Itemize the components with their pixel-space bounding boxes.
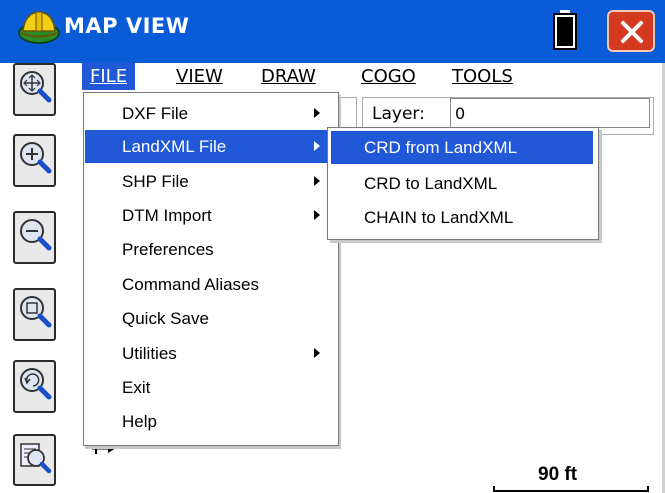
zoom-previous-icon — [20, 368, 52, 400]
submenu-item-crd-from-landxml[interactable]: CRD from LandXML — [331, 131, 593, 164]
zoom-extents-icon — [20, 71, 52, 103]
file-menu-item-dtm-import[interactable]: DTM Import — [85, 199, 335, 232]
menu-file[interactable]: FILE — [82, 63, 136, 90]
file-menu-dropdown: DXF File LandXML File SHP File DTM Impor… — [83, 92, 339, 446]
menu-cogo[interactable]: COGO — [356, 63, 421, 90]
file-menu-item-shp[interactable]: SHP File — [85, 165, 335, 198]
layer-input[interactable]: 0 — [450, 98, 650, 128]
menu-bar: FILE VIEW DRAW COGO TOOLS — [60, 63, 665, 91]
file-menu-item-command-aliases[interactable]: Command Aliases — [85, 268, 335, 301]
submenu-item-crd-to-landxml[interactable]: CRD to LandXML — [331, 167, 593, 200]
zoom-in-icon — [20, 142, 52, 174]
zoom-out-button[interactable] — [13, 211, 56, 264]
zoom-object-icon — [20, 443, 52, 474]
close-button[interactable] — [607, 10, 655, 52]
scale-bar — [493, 486, 649, 492]
menu-draw[interactable]: DRAW — [256, 63, 321, 90]
file-menu-item-utilities[interactable]: Utilities — [85, 337, 335, 370]
layer-label: Layer: — [372, 104, 425, 124]
file-menu-item-dxf[interactable]: DXF File — [85, 97, 335, 130]
menu-view[interactable]: VIEW — [171, 63, 228, 90]
submenu-arrow-icon — [314, 108, 320, 118]
submenu-item-chain-to-landxml[interactable]: CHAIN to LandXML — [331, 201, 593, 234]
file-menu-item-preferences[interactable]: Preferences — [85, 233, 335, 266]
submenu-arrow-icon — [314, 141, 320, 151]
zoom-in-button[interactable] — [13, 134, 56, 187]
file-menu-item-landxml[interactable]: LandXML File — [85, 130, 335, 163]
zoom-window-button[interactable] — [13, 288, 56, 341]
submenu-arrow-icon — [314, 348, 320, 358]
file-menu-item-help[interactable]: Help — [85, 405, 335, 438]
close-icon — [621, 21, 643, 43]
zoom-extents-button[interactable] — [13, 63, 56, 116]
scale-label: 90 ft — [538, 464, 578, 485]
menu-tools[interactable]: TOOLS — [447, 63, 518, 90]
landxml-submenu: CRD from LandXML CRD to LandXML CHAIN to… — [327, 127, 599, 240]
zoom-object-button[interactable] — [13, 434, 56, 486]
submenu-arrow-icon — [314, 210, 320, 220]
battery-icon — [553, 10, 577, 55]
file-menu-item-exit[interactable]: Exit — [85, 371, 335, 404]
zoom-out-icon — [20, 219, 52, 251]
zoom-previous-button[interactable] — [13, 360, 56, 413]
window-title: MAP VIEW — [64, 14, 190, 38]
left-edge — [0, 63, 13, 493]
file-menu-item-quick-save[interactable]: Quick Save — [85, 302, 335, 335]
surveyor-hardhat-icon[interactable] — [17, 7, 61, 47]
submenu-arrow-icon — [314, 176, 320, 186]
title-bar: MAP VIEW — [0, 0, 665, 63]
zoom-window-icon — [20, 296, 52, 328]
